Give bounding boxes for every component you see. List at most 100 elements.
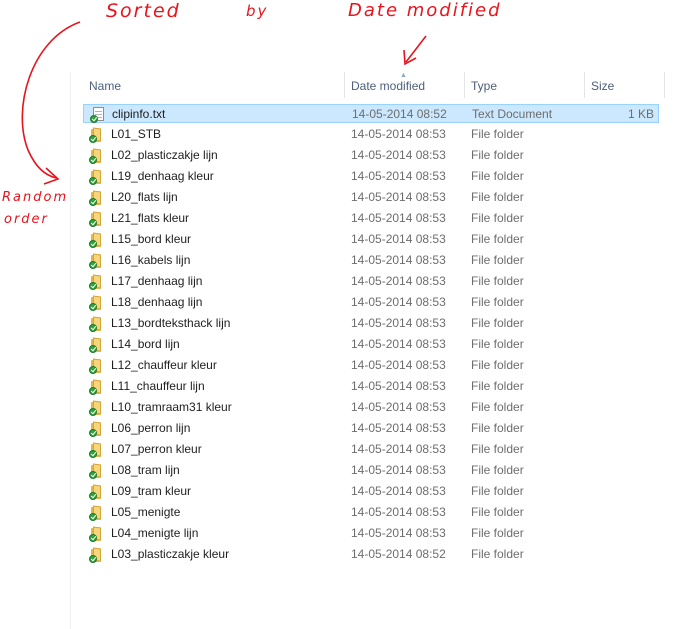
folder-icon [89, 483, 105, 500]
sync-check-icon [89, 135, 97, 143]
folder-icon [89, 252, 105, 269]
sync-check-icon [89, 282, 97, 290]
file-date-modified: 14-05-2014 08:53 [351, 421, 446, 435]
file-name: L08_tram lijn [111, 463, 180, 477]
file-name: L15_bord kleur [111, 232, 192, 246]
file-row[interactable]: L05_menigte 14-05-2014 08:53 File folder [83, 503, 659, 522]
sync-check-icon [89, 450, 97, 458]
file-date-modified: 14-05-2014 08:52 [351, 547, 446, 561]
file-type: File folder [471, 463, 524, 477]
file-type: Text Document [472, 107, 553, 121]
sync-check-icon [89, 156, 97, 164]
sync-check-icon [89, 429, 97, 437]
sync-check-icon [89, 387, 97, 395]
file-type: File folder [471, 358, 524, 372]
file-row[interactable]: L20_flats lijn 14-05-2014 08:53 File folde… [83, 188, 659, 207]
file-name: L01_STB [111, 127, 162, 141]
file-type: File folder [471, 274, 524, 288]
sync-check-icon [89, 366, 97, 374]
sync-check-icon [89, 177, 97, 185]
file-date-modified: 14-05-2014 08:53 [351, 253, 446, 267]
sync-check-icon [89, 534, 97, 542]
column-header-bar: Name Date modified Type Size ▲ [71, 72, 667, 98]
file-name: L19_denhaag kleur [111, 169, 214, 183]
screenshot-page: Sorted by Date modified Random order Nam… [0, 0, 698, 629]
file-date-modified: 14-05-2014 08:53 [351, 484, 446, 498]
column-header-size[interactable]: Size [585, 72, 665, 98]
file-type: File folder [471, 211, 524, 225]
file-name: L21_flats kleur [111, 211, 190, 225]
file-type: File folder [471, 442, 524, 456]
column-header-name[interactable]: Name [83, 72, 345, 98]
sync-check-icon [90, 115, 98, 123]
file-row[interactable]: L19_denhaag kleur 14-05-2014 08:53 File fo… [83, 167, 659, 186]
file-name: L12_chauffeur kleur [111, 358, 217, 372]
file-row[interactable]: L11_chauffeur lijn 14-05-2014 08:53 File f… [83, 377, 659, 396]
file-size: 1 KB [627, 107, 654, 121]
sync-check-icon [89, 303, 97, 311]
file-name: L09_tram kleur [111, 484, 192, 498]
file-name: L06_perron lijn [111, 421, 191, 435]
file-row[interactable]: L07_perron kleur 14-05-2014 08:53 File fol… [83, 440, 659, 459]
file-type: File folder [471, 547, 524, 561]
file-type: File folder [471, 232, 524, 246]
annotation-by: by [246, 2, 269, 20]
file-date-modified: 14-05-2014 08:53 [351, 295, 446, 309]
annotation-sorted: Sorted [106, 0, 181, 22]
file-date-modified: 14-05-2014 08:53 [351, 337, 446, 351]
file-row[interactable]: L08_tram lijn 14-05-2014 08:53 File folder [83, 461, 659, 480]
file-list-pane: Name Date modified Type Size ▲ clipinfo.… [70, 72, 698, 629]
sync-check-icon [89, 324, 97, 332]
folder-icon [89, 189, 105, 206]
file-type: File folder [471, 526, 524, 540]
file-row[interactable]: L02_plasticzakje lijn 14-05-2014 08:53 Fil… [83, 146, 659, 165]
file-row[interactable]: L15_bord kleur 14-05-2014 08:53 File folde… [83, 230, 659, 249]
file-date-modified: 14-05-2014 08:53 [351, 463, 446, 477]
folder-icon [89, 462, 105, 479]
sort-ascending-icon: ▲ [400, 72, 407, 79]
file-name: L20_flats lijn [111, 190, 178, 204]
file-row[interactable]: L17_denhaag lijn 14-05-2014 08:53 File fol… [83, 272, 659, 291]
file-row[interactable]: clipinfo.txt 14-05-2014 08:52 Text Documen… [83, 104, 659, 123]
file-name: clipinfo.txt [112, 107, 166, 121]
file-type: File folder [471, 127, 524, 141]
file-row[interactable]: L03_plasticzakje kleur 14-05-2014 08:52 Fi… [83, 545, 659, 564]
file-row[interactable]: L12_chauffeur kleur 14-05-2014 08:53 File … [83, 356, 659, 375]
file-name: L17_denhaag lijn [111, 274, 203, 288]
sync-check-icon [89, 492, 97, 500]
annotation-random: Random [2, 190, 69, 205]
file-type: File folder [471, 337, 524, 351]
file-name: L05_menigte [111, 505, 181, 519]
file-row[interactable]: L04_menigte lijn 14-05-2014 08:53 File fol… [83, 524, 659, 543]
file-date-modified: 14-05-2014 08:53 [351, 400, 446, 414]
file-row[interactable]: L21_flats kleur 14-05-2014 08:53 File fold… [83, 209, 659, 228]
folder-icon [89, 126, 105, 143]
file-row[interactable]: L01_STB 14-05-2014 08:53 File folder [83, 125, 659, 144]
file-date-modified: 14-05-2014 08:53 [351, 127, 446, 141]
file-type: File folder [471, 421, 524, 435]
file-name: L11_chauffeur lijn [111, 379, 205, 393]
folder-icon [89, 504, 105, 521]
annotation-down-arrowhead-icon [403, 49, 417, 66]
folder-icon [89, 231, 105, 248]
file-row[interactable]: L13_bordteksthack lijn 14-05-2014 08:53 Fi… [83, 314, 659, 333]
sync-check-icon [89, 513, 97, 521]
file-date-modified: 14-05-2014 08:53 [351, 148, 446, 162]
file-row[interactable]: L14_bord lijn 14-05-2014 08:53 File folder [83, 335, 659, 354]
folder-icon [89, 210, 105, 227]
file-name: L10_tramraam31 kleur [111, 400, 232, 414]
folder-icon [89, 420, 105, 437]
file-row[interactable]: L16_kabels lijn 14-05-2014 08:53 File fold… [83, 251, 659, 270]
file-row[interactable]: L10_tramraam31 kleur 14-05-2014 08:53 File… [83, 398, 659, 417]
file-date-modified: 14-05-2014 08:53 [351, 505, 446, 519]
file-row[interactable]: L18_denhaag lijn 14-05-2014 08:53 File fol… [83, 293, 659, 312]
file-type: File folder [471, 169, 524, 183]
file-type: File folder [471, 190, 524, 204]
column-header-type[interactable]: Type [465, 72, 585, 98]
file-date-modified: 14-05-2014 08:52 [352, 107, 447, 121]
file-type: File folder [471, 400, 524, 414]
file-name: L07_perron kleur [111, 442, 202, 456]
file-row[interactable]: L06_perron lijn 14-05-2014 08:53 File fold… [83, 419, 659, 438]
annotation-order: order [4, 212, 49, 227]
file-row[interactable]: L09_tram kleur 14-05-2014 08:53 File folde… [83, 482, 659, 501]
